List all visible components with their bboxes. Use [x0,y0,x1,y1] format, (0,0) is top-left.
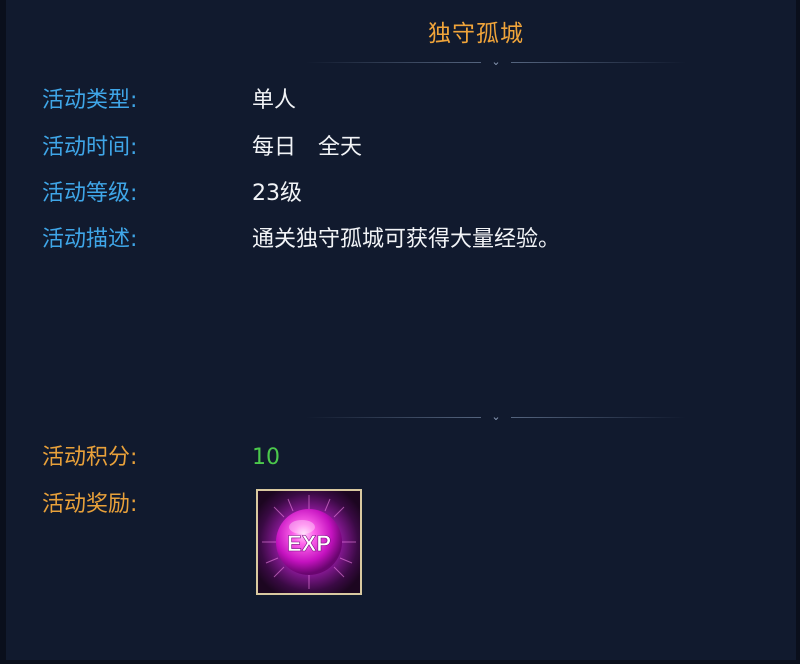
activity-points-label: 活动积分: [42,445,138,470]
activity-type-value: 单人 [252,88,297,113]
activity-level-label: 活动等级: [42,181,138,206]
activity-type-label: 活动类型: [42,88,138,113]
activity-desc-label: 活动描述: [42,227,138,252]
activity-time-value: 每日 全天 [252,133,362,163]
panel-title: 独守孤城 [428,21,524,47]
activity-time-label: 活动时间: [42,135,138,160]
activity-time-range: 全天 [318,135,363,160]
activity-level-value: 23级 [252,181,302,206]
activity-points-value: 10 [252,445,280,470]
activity-time-day: 每日 [252,135,297,160]
section-divider: ⌄ [306,410,686,425]
activity-reward-label: 活动奖励: [42,492,138,517]
activity-detail-panel: 独守孤城 ⌄ 活动类型: 单人 活动时间: 每日 全天 活动等级: 23级 活动描… [0,0,800,664]
exp-orb-icon: EXP [258,491,360,593]
chevron-down-icon: ⌄ [491,410,501,423]
reward-item-slot[interactable]: EXP [256,489,362,595]
activity-desc-value: 通关独守孤城可获得大量经验。 [252,227,561,252]
title-divider: ⌄ [306,55,686,70]
chevron-down-icon: ⌄ [491,55,501,68]
reward-item-text: EXP [287,531,331,556]
